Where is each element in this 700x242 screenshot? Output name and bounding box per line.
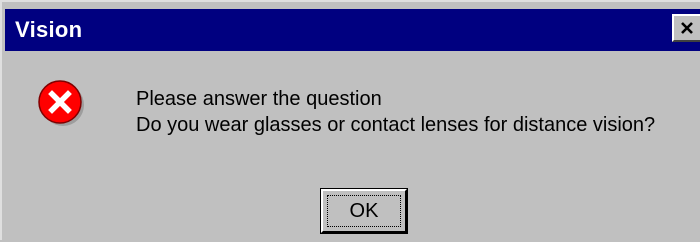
close-button[interactable]	[672, 14, 700, 42]
title-bar[interactable]: Vision	[5, 9, 700, 51]
ok-button[interactable]: OK	[320, 188, 408, 234]
window-title: Vision	[15, 17, 83, 42]
message-text: Please answer the question Do you wear g…	[136, 86, 655, 138]
message-line-1: Please answer the question	[136, 88, 382, 110]
dialog-window: Vision Please answer the question Do you…	[0, 0, 700, 240]
ok-button-label: OK	[327, 195, 401, 227]
close-icon	[681, 22, 693, 34]
message-line-2: Do you wear glasses or contact lenses fo…	[136, 114, 656, 136]
dialog-body: Please answer the question Do you wear g…	[5, 51, 700, 242]
error-icon	[38, 80, 84, 126]
